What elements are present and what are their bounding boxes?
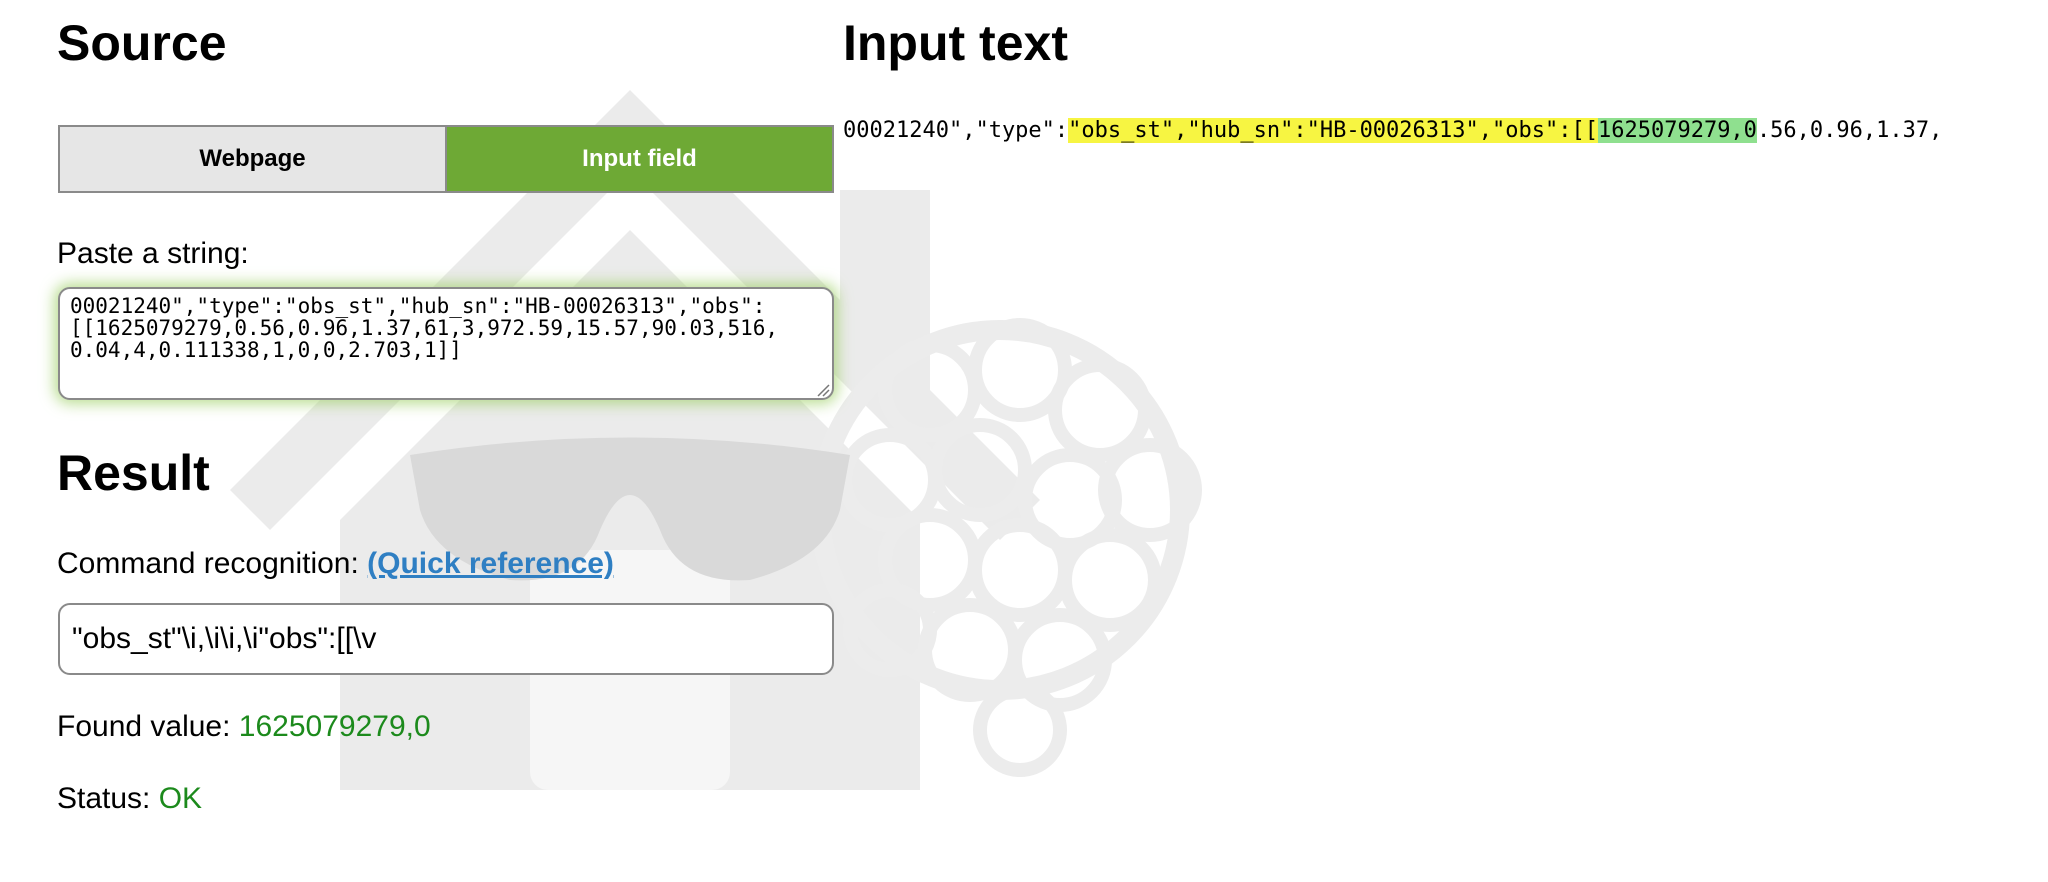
quick-reference-link[interactable]: (Quick reference) (367, 547, 614, 580)
paste-string-textarea[interactable]: 00021240","type":"obs_st","hub_sn":"HB-0… (58, 287, 834, 400)
status-label: Status: (57, 782, 159, 815)
found-value-row: Found value: 1625079279,0 (57, 710, 431, 744)
source-title: Source (57, 15, 227, 71)
webpage-button[interactable]: Webpage (60, 127, 447, 191)
input-text-after: .56,0.96,1.37, (1756, 118, 1943, 143)
input-text-title: Input text (843, 15, 1068, 71)
found-value: 1625079279,0 (238, 710, 431, 743)
input-text-preview: 00021240","type":"obs_st","hub_sn":"HB-0… (843, 116, 1942, 146)
command-input[interactable] (58, 603, 834, 675)
status-value: OK (158, 782, 203, 815)
command-recognition-label: Command recognition: (Quick reference) (57, 547, 614, 581)
input-text-match-highlight: "obs_st","hub_sn":"HB-00026313","obs":[[ (1068, 118, 1598, 143)
result-title: Result (57, 445, 210, 501)
input-text-before: 00021240","type": (843, 118, 1069, 143)
resize-grip-icon[interactable] (816, 383, 830, 397)
status-row: Status: OK (57, 782, 202, 816)
page: Source Webpage Input field Paste a strin… (0, 0, 2048, 882)
raspberry-watermark-icon (810, 318, 1202, 777)
input-text-value-highlight: 1625079279,0 (1597, 118, 1757, 143)
paste-string-label: Paste a string: (57, 237, 249, 270)
source-toggle: Webpage Input field (58, 125, 834, 193)
command-recognition-text: Command recognition: (57, 547, 368, 580)
input-field-button[interactable]: Input field (447, 127, 832, 191)
house-watermark-icon (230, 90, 1040, 790)
found-value-label: Found value: (57, 710, 239, 743)
